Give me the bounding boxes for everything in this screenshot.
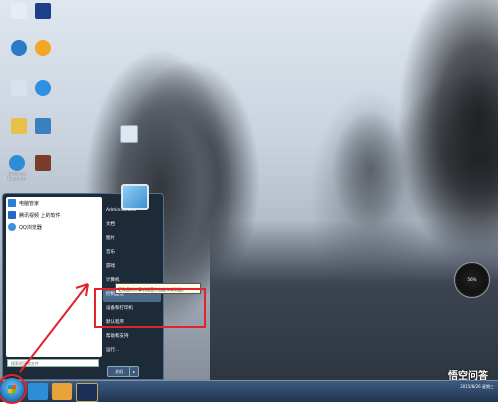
taskbar xyxy=(0,381,498,402)
watermark-logo: 悟空问答 xyxy=(448,371,488,382)
taskbar-media-button[interactable] xyxy=(52,383,72,400)
taskbar-lol-button[interactable] xyxy=(76,383,98,402)
taskbar-ie-button[interactable] xyxy=(28,383,48,400)
tray-date: 2015/8/26 星期三 xyxy=(460,384,494,389)
system-tray-clock[interactable]: 2015/8/26 星期三 xyxy=(460,384,494,390)
arrow-annotation xyxy=(19,283,89,373)
